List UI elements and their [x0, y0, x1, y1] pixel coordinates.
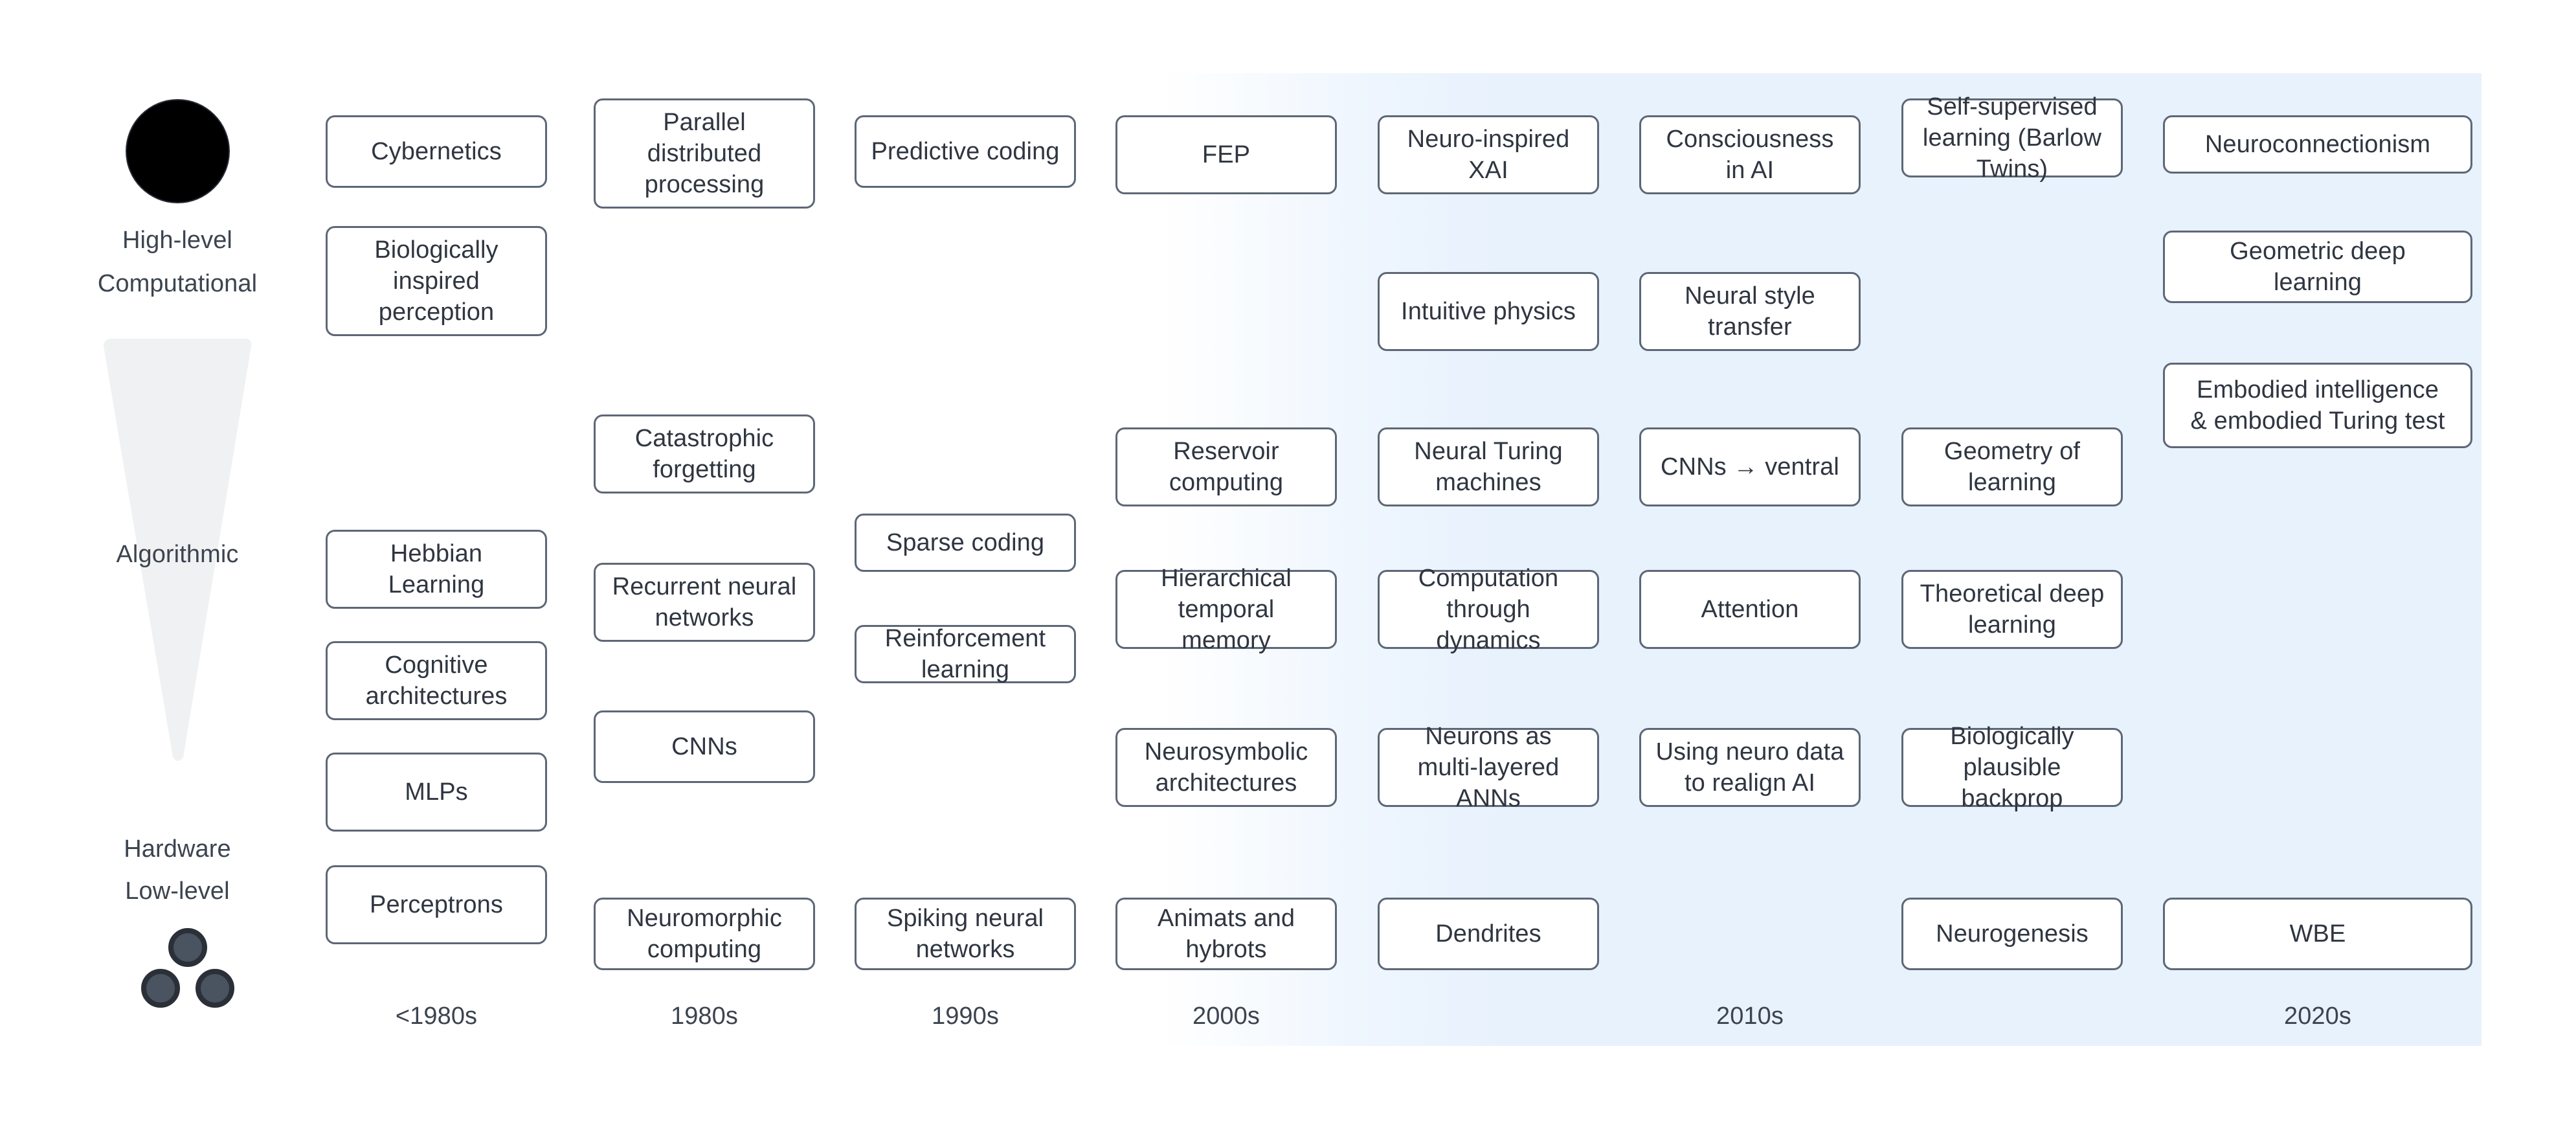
concept-box-predictive-coding[interactable]: Predictive coding: [855, 115, 1076, 188]
concept-box-label: Neuroconnectionism: [2204, 130, 2431, 158]
concept-box-label: CNNs: [671, 732, 737, 760]
concept-box-consciousness-in-ai[interactable]: Consciousness in AI: [1639, 115, 1861, 194]
concept-box-hebbian-learning[interactable]: Hebbian Learning: [326, 530, 547, 609]
concept-box-neurosymbolic-architectures[interactable]: Neurosymbolic architectures: [1115, 728, 1337, 807]
concept-box-sparse-coding[interactable]: Sparse coding: [855, 514, 1076, 572]
high-level-circle-icon: [127, 100, 229, 202]
axis-label-high-level: High-level: [122, 227, 232, 254]
concept-box-neural-turing-machines[interactable]: Neural Turing machines: [1378, 427, 1599, 506]
concept-box-label: WBE: [2289, 920, 2346, 947]
concept-box-geometric-deep-learning[interactable]: Geometric deep learning: [2163, 231, 2472, 303]
concept-box-reservoir-computing[interactable]: Reservoir computing: [1115, 427, 1337, 506]
concept-box-label: Neurons as multi-layered ANNs: [1417, 722, 1560, 813]
diagram-canvas: High-level Computational Algorithmic Har…: [0, 0, 2576, 1123]
decade-label-2000s: 2000s: [1192, 1003, 1260, 1030]
concept-box-label: Predictive coding: [871, 137, 1060, 165]
concept-box-dendrites[interactable]: Dendrites: [1378, 898, 1599, 970]
concept-box-cognitive-architectures[interactable]: Cognitive architectures: [326, 641, 547, 720]
concept-box-embodied-intelligence-turing-test[interactable]: Embodied intelligence & embodied Turing …: [2163, 363, 2472, 448]
concept-box-label: Dendrites: [1435, 920, 1541, 947]
concept-box-animats-and-hybrots[interactable]: Animats and hybrots: [1115, 898, 1337, 970]
concept-box-cnns-to-ventral[interactable]: CNNs → ventral: [1639, 427, 1861, 506]
concept-box-label: Cognitive architectures: [365, 651, 508, 710]
concept-box-label: Parallel distributed processing: [644, 108, 765, 199]
concept-box-recurrent-neural-networks[interactable]: Recurrent neural networks: [594, 563, 815, 642]
concept-box-self-supervised-learning-barlow-twins[interactable]: Self-supervised learning (Barlow Twins): [1901, 93, 2123, 183]
concept-box-label: Recurrent neural networks: [612, 573, 797, 631]
concept-box-label: Neurosymbolic architectures: [1144, 738, 1308, 797]
concept-box-label: Embodied intelligence & embodied Turing …: [2190, 376, 2445, 435]
concept-box-label: Spiking neural networks: [886, 904, 1044, 963]
decade-label-1990s: 1990s: [931, 1003, 1000, 1030]
concept-box-label: Intuitive physics: [1401, 297, 1576, 325]
concept-box-label: Neuromorphic computing: [627, 904, 782, 963]
concept-box-label: Reinforcement learning: [884, 624, 1046, 683]
concept-box-label: Geometry of learning: [1943, 437, 2081, 496]
concept-box-label: FEP: [1202, 141, 1251, 168]
concept-box-biologically-inspired-perception[interactable]: Biologically inspired perception: [326, 226, 547, 336]
concept-box-spiking-neural-networks[interactable]: Spiking neural networks: [855, 898, 1076, 970]
concept-box-neurogenesis[interactable]: Neurogenesis: [1901, 898, 2123, 970]
concept-box-perceptrons[interactable]: Perceptrons: [326, 865, 547, 944]
concept-box-label: Consciousness in AI: [1666, 125, 1834, 184]
concept-box-computation-through-dynamics[interactable]: Computation through dynamics: [1378, 565, 1599, 654]
concept-box-reinforcement-learning[interactable]: Reinforcement learning: [855, 625, 1076, 683]
concept-box-neuroconnectionism[interactable]: Neuroconnectionism: [2163, 115, 2472, 174]
axis-label-algorithmic: Algorithmic: [116, 541, 239, 568]
concept-box-using-neuro-data-to-realign-ai[interactable]: Using neuro data to realign AI: [1639, 728, 1861, 807]
three-dots-icon: [139, 927, 236, 1008]
concept-box-label: Neuro-inspired XAI: [1407, 125, 1570, 184]
concept-box-label: CNNs → ventral: [1661, 453, 1839, 481]
concept-box-neuro-inspired-xai[interactable]: Neuro-inspired XAI: [1378, 115, 1599, 194]
concept-box-wbe[interactable]: WBE: [2163, 898, 2472, 970]
concept-box-label: MLPs: [405, 778, 468, 806]
concept-box-cnns[interactable]: CNNs: [594, 710, 815, 783]
concept-box-label: Cybernetics: [371, 137, 502, 165]
concept-box-label: Theoretical deep learning: [1920, 580, 2105, 639]
concept-box-theoretical-deep-learning[interactable]: Theoretical deep learning: [1901, 570, 2123, 649]
concept-box-label: Reservoir computing: [1169, 437, 1284, 496]
concept-box-attention[interactable]: Attention: [1639, 570, 1861, 649]
concept-box-catastrophic-forgetting[interactable]: Catastrophic forgetting: [594, 414, 815, 493]
concept-box-label: Hierarchical temporal memory: [1161, 564, 1292, 655]
concept-box-label: Biologically plausible backprop: [1950, 722, 2074, 813]
concept-box-neuromorphic-computing[interactable]: Neuromorphic computing: [594, 898, 815, 970]
concept-box-label: Self-supervised learning (Barlow Twins): [1922, 93, 2102, 183]
concept-box-label: Sparse coding: [886, 528, 1045, 556]
concept-box-label: Hebbian Learning: [388, 539, 485, 598]
concept-box-label: Biologically inspired perception: [374, 236, 498, 326]
concept-box-label: Attention: [1701, 595, 1799, 623]
concept-box-label: Neural Turing machines: [1414, 437, 1563, 496]
concept-box-label: Neurogenesis: [1936, 920, 2089, 947]
concept-box-label: Geometric deep learning: [2230, 237, 2406, 296]
concept-box-label: Computation through dynamics: [1418, 564, 1559, 655]
concept-box-biologically-plausible-backprop[interactable]: Biologically plausible backprop: [1901, 723, 2123, 812]
concept-box-label: Animats and hybrots: [1157, 904, 1295, 963]
concept-box-fep[interactable]: FEP: [1115, 115, 1337, 194]
concept-box-cybernetics[interactable]: Cybernetics: [326, 115, 547, 188]
decade-label-1980s: 1980s: [670, 1003, 739, 1030]
concept-box-geometry-of-learning[interactable]: Geometry of learning: [1901, 427, 2123, 506]
concept-box-label: Perceptrons: [370, 890, 503, 918]
concept-box-label: Catastrophic forgetting: [634, 424, 774, 483]
concept-box-hierarchical-temporal-memory[interactable]: Hierarchical temporal memory: [1115, 565, 1337, 654]
concept-box-label: Neural style transfer: [1685, 282, 1815, 341]
concept-box-neurons-as-multi-layered-anns[interactable]: Neurons as multi-layered ANNs: [1378, 723, 1599, 812]
decade-label-pre1980s: <1980s: [395, 1003, 478, 1030]
concept-box-neural-style-transfer[interactable]: Neural style transfer: [1639, 272, 1861, 351]
axis-label-hardware: Hardware: [124, 835, 231, 863]
decade-label-2010s: 2010s: [1716, 1003, 1784, 1030]
decade-label-2020s: 2020s: [2283, 1003, 2352, 1030]
axis-label-computational: Computational: [97, 270, 258, 297]
concept-box-label: Using neuro data to realign AI: [1655, 738, 1844, 797]
axis-label-low-level: Low-level: [125, 878, 230, 905]
concept-box-intuitive-physics[interactable]: Intuitive physics: [1378, 272, 1599, 351]
concept-box-parallel-distributed-processing[interactable]: Parallel distributed processing: [594, 98, 815, 209]
concept-box-mlps[interactable]: MLPs: [326, 753, 547, 832]
